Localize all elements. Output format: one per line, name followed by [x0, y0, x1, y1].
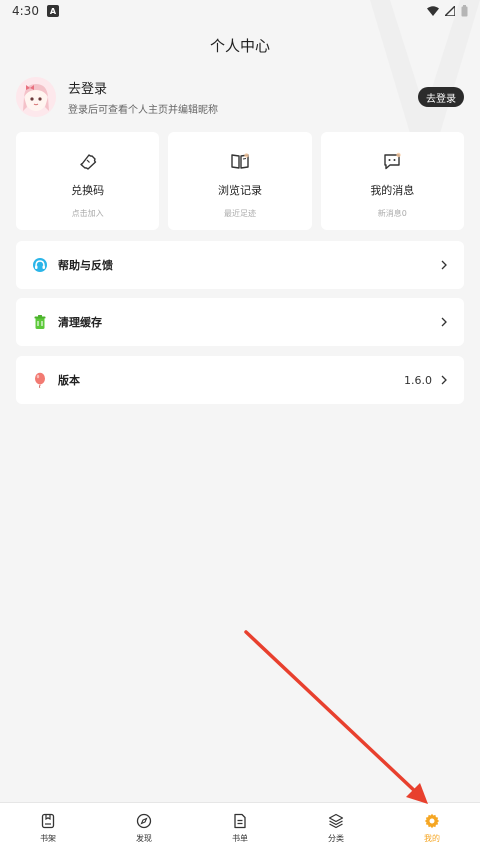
- chevron-right-icon: [441, 375, 447, 385]
- gear-icon: [424, 813, 440, 828]
- card-title: 兑换码: [71, 184, 105, 197]
- nav-label: 我的: [424, 833, 440, 843]
- notification-icon: A: [46, 5, 59, 17]
- card-subtitle: 最近足迹: [223, 209, 256, 218]
- compass-icon: [136, 813, 152, 828]
- chevron-right-icon: [441, 317, 447, 327]
- ticket-icon: [79, 154, 96, 170]
- nav-categories[interactable]: 分类: [288, 803, 384, 853]
- balloon-icon: [35, 372, 45, 388]
- row-label: 版本: [58, 374, 80, 387]
- messages-card[interactable]: 我的消息 新消息0: [320, 132, 464, 230]
- avatar-illustration-icon: [16, 77, 56, 117]
- history-card[interactable]: 浏览记录 最近足迹: [168, 132, 312, 230]
- page-header: 个人中心: [0, 22, 480, 68]
- nav-label: 书单: [232, 833, 248, 843]
- nav-label: 发现: [136, 833, 152, 843]
- avatar[interactable]: [16, 77, 56, 117]
- profile-subtitle: 登录后可查看个人主页并编辑昵称: [68, 105, 218, 116]
- card-title: 我的消息: [370, 184, 415, 197]
- help-feedback-row[interactable]: 帮助与反馈: [16, 241, 464, 289]
- status-bar: 4:30 A: [0, 0, 480, 22]
- bottom-nav: 书架 发现 书单 分类 我的: [0, 802, 480, 853]
- bookshelf-icon: [41, 813, 55, 828]
- nav-booklist[interactable]: 书单: [192, 803, 288, 853]
- version-row[interactable]: 版本 1.6.0: [16, 356, 464, 404]
- layers-icon: [328, 813, 344, 828]
- wifi-icon: [427, 6, 439, 16]
- card-subtitle: 新消息0: [377, 209, 407, 218]
- profile-text: 去登录 登录后可查看个人主页并编辑昵称: [68, 78, 418, 116]
- annotation-arrow-icon: [244, 630, 428, 804]
- status-right: [427, 5, 468, 17]
- row-label: 清理缓存: [58, 316, 102, 329]
- nav-label: 书架: [40, 833, 56, 843]
- battery-icon: [461, 5, 468, 17]
- clear-cache-row[interactable]: 清理缓存: [16, 298, 464, 346]
- chevron-right-icon: [441, 260, 447, 270]
- status-time: 4:30: [12, 4, 39, 18]
- trash-icon: [34, 315, 46, 329]
- version-value: 1.6.0: [404, 373, 432, 387]
- signal-icon: [445, 6, 455, 16]
- nav-label: 分类: [328, 833, 344, 843]
- nav-discover[interactable]: 发现: [96, 803, 192, 853]
- page-title: 个人中心: [209, 36, 270, 55]
- row-label: 帮助与反馈: [58, 259, 113, 272]
- shortcut-cards: 兑换码 点击加入 浏览记录 最近足迹 我的消息 新消息0: [16, 132, 464, 230]
- profile-name[interactable]: 去登录: [68, 78, 418, 97]
- nav-bookshelf[interactable]: 书架: [0, 803, 96, 853]
- profile-section[interactable]: 去登录 登录后可查看个人主页并编辑昵称 去登录: [16, 74, 464, 120]
- book-icon: [231, 153, 249, 169]
- card-title: 浏览记录: [217, 184, 262, 197]
- headset-icon: [33, 258, 47, 272]
- status-left: 4:30 A: [12, 4, 59, 18]
- login-button[interactable]: 去登录: [418, 87, 464, 107]
- nav-mine[interactable]: 我的: [384, 803, 480, 853]
- card-subtitle: 点击加入: [71, 209, 104, 218]
- redeem-code-card[interactable]: 兑换码 点击加入: [16, 132, 160, 230]
- message-icon: [384, 152, 402, 170]
- document-icon: [234, 813, 246, 828]
